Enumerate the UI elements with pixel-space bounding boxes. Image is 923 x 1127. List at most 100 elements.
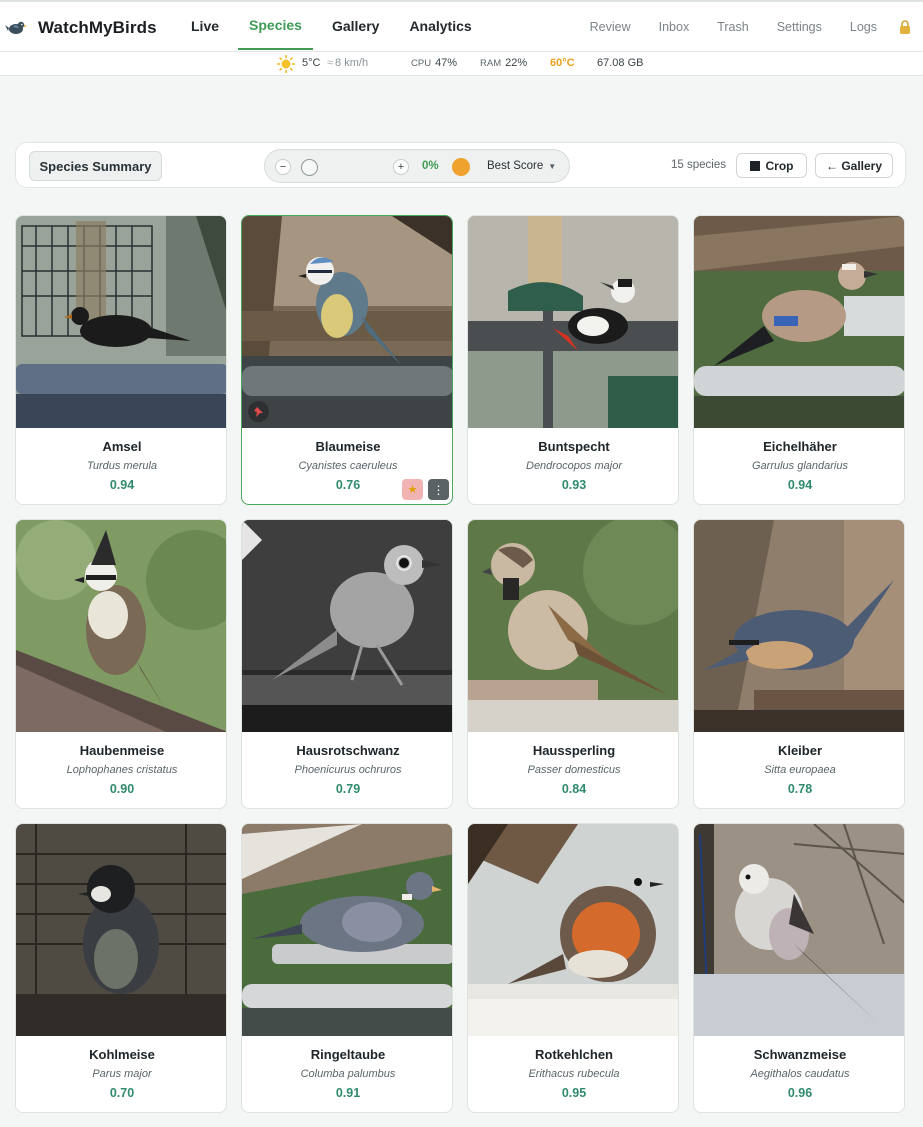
- favorite-star-icon[interactable]: ★: [402, 479, 423, 500]
- zoom-value: 0%: [422, 160, 439, 172]
- species-photo: [468, 216, 678, 428]
- species-count: 15 species: [671, 159, 726, 171]
- species-photo: [16, 824, 226, 1036]
- nav-logs[interactable]: Logs: [836, 20, 891, 34]
- species-toolbar: Species Summary − + 0% Best Score ▼ 15 s…: [15, 142, 906, 188]
- crop-button[interactable]: Crop: [736, 153, 807, 178]
- species-card-schwanzmeise[interactable]: Schwanzmeise Aegithalos caudatus 0.96: [693, 823, 905, 1113]
- species-latin-name: Garrulus glandarius: [752, 460, 848, 472]
- species-name: Buntspecht: [538, 439, 610, 454]
- species-latin-name: Parus major: [92, 1068, 152, 1080]
- nav-species[interactable]: Species: [238, 2, 313, 50]
- weather-temp: 5°C: [302, 57, 321, 69]
- cpu-value: 47%: [435, 57, 458, 69]
- app-name: WatchMyBirds: [38, 18, 157, 37]
- species-card-haussperling[interactable]: Haussperling Passer domesticus 0.84: [467, 519, 679, 809]
- nav-analytics[interactable]: Analytics: [398, 2, 482, 50]
- back-to-gallery-button[interactable]: ← Gallery: [815, 153, 893, 178]
- brand[interactable]: WatchMyBirds: [5, 16, 157, 40]
- species-score: 0.90: [109, 782, 135, 796]
- nav-inbox[interactable]: Inbox: [645, 20, 704, 34]
- species-name: Eichelhäher: [763, 439, 837, 454]
- more-options-icon[interactable]: ⋮: [428, 479, 449, 500]
- status-dot-icon: [452, 158, 470, 176]
- chevron-down-icon: ▼: [548, 161, 557, 171]
- species-name: Kohlmeise: [89, 1047, 155, 1062]
- species-score: 0.95: [561, 1086, 587, 1100]
- species-score: 0.94: [109, 478, 135, 492]
- species-photo: [694, 520, 904, 732]
- species-photo: [694, 824, 904, 1036]
- species-card-buntspecht[interactable]: Buntspecht Dendrocopos major 0.93: [467, 215, 679, 505]
- pin-icon[interactable]: [248, 401, 269, 422]
- species-card-ringeltaube[interactable]: Ringeltaube Columba palumbus 0.91: [241, 823, 453, 1113]
- species-latin-name: Sitta europaea: [764, 764, 836, 776]
- species-card-haubenmeise[interactable]: Haubenmeise Lophophanes cristatus 0.90: [15, 519, 227, 809]
- species-latin-name: Dendrocopos major: [526, 460, 622, 472]
- species-score: 0.70: [109, 1086, 135, 1100]
- top-nav-bar: WatchMyBirds Live Species Gallery Analyt…: [0, 0, 923, 52]
- species-latin-name: Columba palumbus: [300, 1068, 396, 1080]
- sort-dropdown[interactable]: Best Score ▼: [487, 160, 556, 172]
- species-name: Kleiber: [777, 743, 823, 758]
- species-score: 0.93: [561, 478, 587, 492]
- species-latin-name: Cyanistes caeruleus: [298, 460, 398, 472]
- zoom-out-button[interactable]: −: [275, 159, 291, 175]
- species-name: Ringeltaube: [310, 1047, 386, 1062]
- status-bar: 5°C ≈8 km/h CPU 47% RAM 22% 60°C 67.08 GB: [0, 52, 923, 76]
- species-score: 0.96: [787, 1086, 813, 1100]
- species-score: 0.79: [335, 782, 361, 796]
- species-latin-name: Lophophanes cristatus: [66, 764, 178, 776]
- species-score: 0.84: [561, 782, 587, 796]
- species-name: Blaumeise: [315, 439, 381, 454]
- species-name: Haubenmeise: [79, 743, 165, 758]
- species-photo: [242, 824, 452, 1036]
- nav-live[interactable]: Live: [180, 2, 230, 50]
- weather-wind: ≈8 km/h: [327, 57, 368, 69]
- species-name: Rotkehlchen: [534, 1047, 613, 1062]
- species-card-kleiber[interactable]: Kleiber Sitta europaea 0.78: [693, 519, 905, 809]
- disk-free: 67.08 GB: [597, 57, 644, 69]
- lock-icon[interactable]: [895, 17, 915, 37]
- cpu-label: CPU: [411, 58, 432, 69]
- species-photo: [468, 520, 678, 732]
- species-summary-button[interactable]: Species Summary: [29, 151, 162, 181]
- species-score: 0.94: [787, 478, 813, 492]
- species-card-rotkehlchen[interactable]: Rotkehlchen Erithacus rubecula 0.95: [467, 823, 679, 1113]
- species-photo: [242, 216, 452, 428]
- zoom-in-button[interactable]: +: [393, 159, 409, 175]
- species-photo: [242, 520, 452, 732]
- nav-review[interactable]: Review: [576, 20, 645, 34]
- species-photo: [468, 824, 678, 1036]
- species-card-hausrotschwanz[interactable]: Hausrotschwanz Phoenicurus ochruros 0.79: [241, 519, 453, 809]
- species-latin-name: Phoenicurus ochruros: [294, 764, 402, 776]
- species-card-blaumeise[interactable]: Blaumeise Cyanistes caeruleus 0.76 ★ ⋮: [241, 215, 453, 505]
- zoom-controls: − + 0% Best Score ▼: [264, 149, 570, 183]
- nav-gallery[interactable]: Gallery: [321, 2, 390, 50]
- bird-logo-icon: [5, 21, 27, 34]
- ram-value: 22%: [505, 57, 528, 69]
- crop-label: Crop: [765, 158, 794, 173]
- main-nav: Live Species Gallery Analytics: [180, 2, 491, 52]
- cpu-temp: 60°C: [550, 57, 575, 69]
- species-name: Hausrotschwanz: [296, 743, 400, 758]
- species-name: Haussperling: [532, 743, 616, 758]
- crop-icon: [749, 160, 760, 171]
- species-latin-name: Turdus merula: [86, 460, 158, 472]
- species-card-kohlmeise[interactable]: Kohlmeise Parus major 0.70: [15, 823, 227, 1113]
- zoom-slider-handle[interactable]: [301, 159, 318, 176]
- species-latin-name: Erithacus rubecula: [528, 1068, 620, 1080]
- wind-icon: ≈: [327, 57, 334, 69]
- nav-settings[interactable]: Settings: [763, 20, 836, 34]
- species-latin-name: Passer domesticus: [527, 764, 621, 776]
- species-card-eichelhaeher[interactable]: Eichelhäher Garrulus glandarius 0.94: [693, 215, 905, 505]
- species-latin-name: Aegithalos caudatus: [750, 1068, 850, 1080]
- species-name: Schwanzmeise: [753, 1047, 847, 1062]
- nav-trash[interactable]: Trash: [703, 20, 763, 34]
- species-photo: [16, 520, 226, 732]
- cpu-stat: CPU 47%: [411, 57, 457, 69]
- ram-stat: RAM 22%: [480, 57, 527, 69]
- species-score: 0.78: [787, 782, 813, 796]
- species-card-amsel[interactable]: Amsel Turdus merula 0.94: [15, 215, 227, 505]
- ram-label: RAM: [480, 58, 502, 69]
